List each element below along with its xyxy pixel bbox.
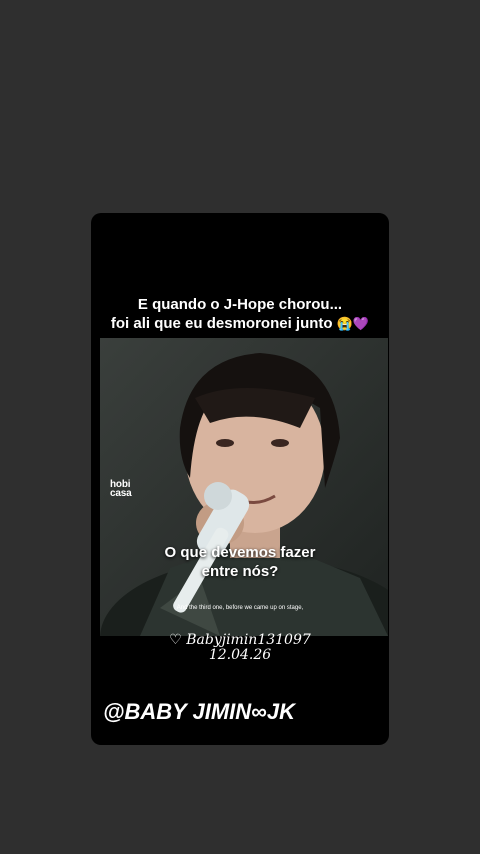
english-subtitle: And the third one, before we came up on … (176, 605, 304, 611)
stage-logo-line2: casa (110, 488, 132, 499)
caption-line-2-text: foi ali que eu desmoronei junto (110, 315, 333, 332)
story-card[interactable]: E quando o J-Hope chorou... foi ali que … (91, 213, 389, 745)
subtitle-pt-line2: entre nós? (201, 563, 279, 580)
date-label: 12.04.26 (208, 647, 272, 663)
subtitle-pt-line1: O que devemos fazer (164, 544, 316, 561)
portuguese-subtitle: O que devemos fazer entre nós? (91, 543, 389, 581)
crying-heart-emoji: 😭💜 (336, 316, 370, 331)
caption-line-2: foi ali que eu desmoronei junto 😭💜 (91, 314, 389, 333)
username-line: ♡ Babyjimin131097 (91, 633, 389, 648)
video-frame[interactable]: hobi casa (100, 338, 388, 636)
caption-line-1: E quando o J-Hope chorou... (137, 296, 343, 313)
account-handle[interactable]: @BABY JIMIN∞JK (103, 699, 295, 725)
user-tag: ♡ Babyjimin131097 12.04.26 (91, 633, 389, 663)
username: Babyjimin131097 (186, 632, 311, 648)
stage-logo: hobi casa (110, 480, 132, 499)
sparkle-heart-icon: ♡ (169, 632, 182, 648)
story-caption: E quando o J-Hope chorou... foi ali que … (91, 295, 389, 333)
singer-illustration (100, 338, 388, 636)
